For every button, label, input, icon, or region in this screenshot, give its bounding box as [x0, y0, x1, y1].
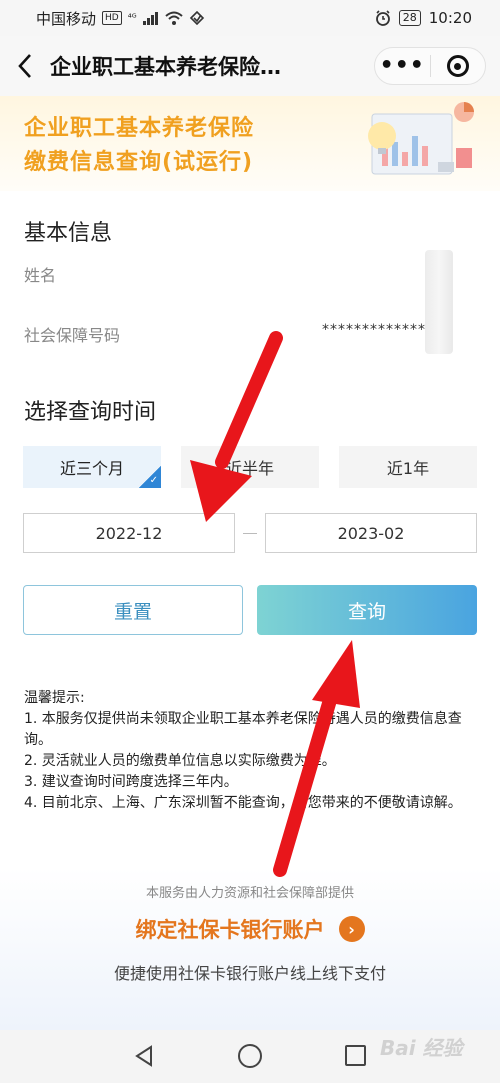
recents-square-icon[interactable]	[345, 1045, 366, 1066]
red-arrow-down-icon	[190, 331, 283, 522]
report-illustration-icon	[368, 102, 474, 175]
status-right: 28 10:20	[375, 9, 472, 27]
hd-badge: HD	[102, 11, 122, 25]
date-range-dash	[243, 533, 257, 534]
tips-title: 温馨提示:	[24, 690, 85, 706]
watermark-logo: Bai 经验	[380, 1036, 463, 1060]
battery-icon: 28	[398, 10, 421, 26]
name-label: 姓名	[24, 266, 57, 285]
signal-icon	[142, 12, 158, 25]
alarm-icon	[375, 10, 390, 26]
query-time-title: 选择查询时间	[24, 400, 157, 425]
triangle-back-icon[interactable]	[132, 1044, 156, 1068]
tip-item: 3. 建议查询时间跨度选择三年内。	[24, 774, 238, 790]
target-icon	[446, 55, 469, 77]
tip-item: 1. 本服务仅提供尚未领取企业职工基本养老保险待遇人员的缴费信息查询。	[24, 711, 462, 748]
close-miniprogram-button[interactable]	[431, 55, 486, 77]
start-date-picker[interactable]: 2022-12	[23, 513, 235, 553]
wifi-icon	[164, 11, 183, 25]
vpn-icon	[189, 11, 204, 25]
chevron-left-icon	[18, 54, 31, 78]
back-button[interactable]	[0, 36, 50, 96]
tips-section: 温馨提示: 1. 本服务仅提供尚未领取企业职工基本养老保险待遇人员的缴费信息查询…	[24, 688, 480, 814]
more-button[interactable]: •••	[375, 47, 430, 85]
period-option-3-months[interactable]: 近三个月 ✓	[23, 446, 161, 488]
end-date-picker[interactable]: 2023-02	[265, 513, 477, 553]
status-bar: 中国移动 HD ⁴ᴳ 28 10:20	[0, 0, 500, 36]
period-label: 近三个月	[59, 459, 124, 478]
header-banner: 企业职工基本养老保险 缴费信息查询(试运行)	[0, 96, 500, 191]
basic-info-title: 基本信息	[24, 221, 113, 246]
bind-subtitle: 便捷使用社保卡银行账户线上线下支付	[113, 964, 386, 983]
provider-text: 本服务由人力资源和社会保障部提供	[145, 886, 354, 901]
status-time: 10:20	[428, 9, 472, 27]
tip-item: 4. 目前北京、上海、广东深圳暂不能查询，给您带来的不便敬请谅解。	[24, 795, 462, 811]
period-label: 近1年	[386, 459, 430, 478]
period-option-1-year[interactable]: 近1年	[339, 446, 477, 488]
page-title: 企业职工基本养老保险…	[50, 55, 281, 79]
reset-button[interactable]: 重置	[23, 585, 243, 635]
banner-title-line2: 缴费信息查询(试运行)	[24, 150, 254, 175]
menu-capsule: •••	[374, 47, 486, 85]
ssn-value: *************	[322, 322, 426, 338]
home-circle-icon[interactable]	[238, 1044, 262, 1068]
status-left: 中国移动 HD ⁴ᴳ	[36, 8, 205, 29]
period-option-half-year[interactable]: 近半年	[181, 446, 319, 488]
period-label: 近半年	[225, 459, 274, 478]
bind-bank-account-link[interactable]: 绑定社保卡银行账户 ›	[0, 914, 500, 944]
network-type: ⁴ᴳ	[127, 12, 137, 24]
query-button[interactable]: 查询	[257, 585, 477, 635]
chevron-right-icon: ›	[338, 916, 365, 942]
check-icon: ✓	[149, 475, 158, 486]
nav-bar: 企业职工基本养老保险… •••	[0, 36, 500, 96]
privacy-blur	[425, 250, 453, 354]
tip-item: 2. 灵活就业人员的缴费单位信息以实际缴费为准。	[24, 753, 336, 769]
bind-bank-account-label: 绑定社保卡银行账户	[135, 918, 325, 942]
carrier-name: 中国移动	[36, 9, 97, 28]
banner-title-line1: 企业职工基本养老保险	[24, 116, 255, 141]
ssn-label: 社会保障号码	[24, 326, 121, 345]
